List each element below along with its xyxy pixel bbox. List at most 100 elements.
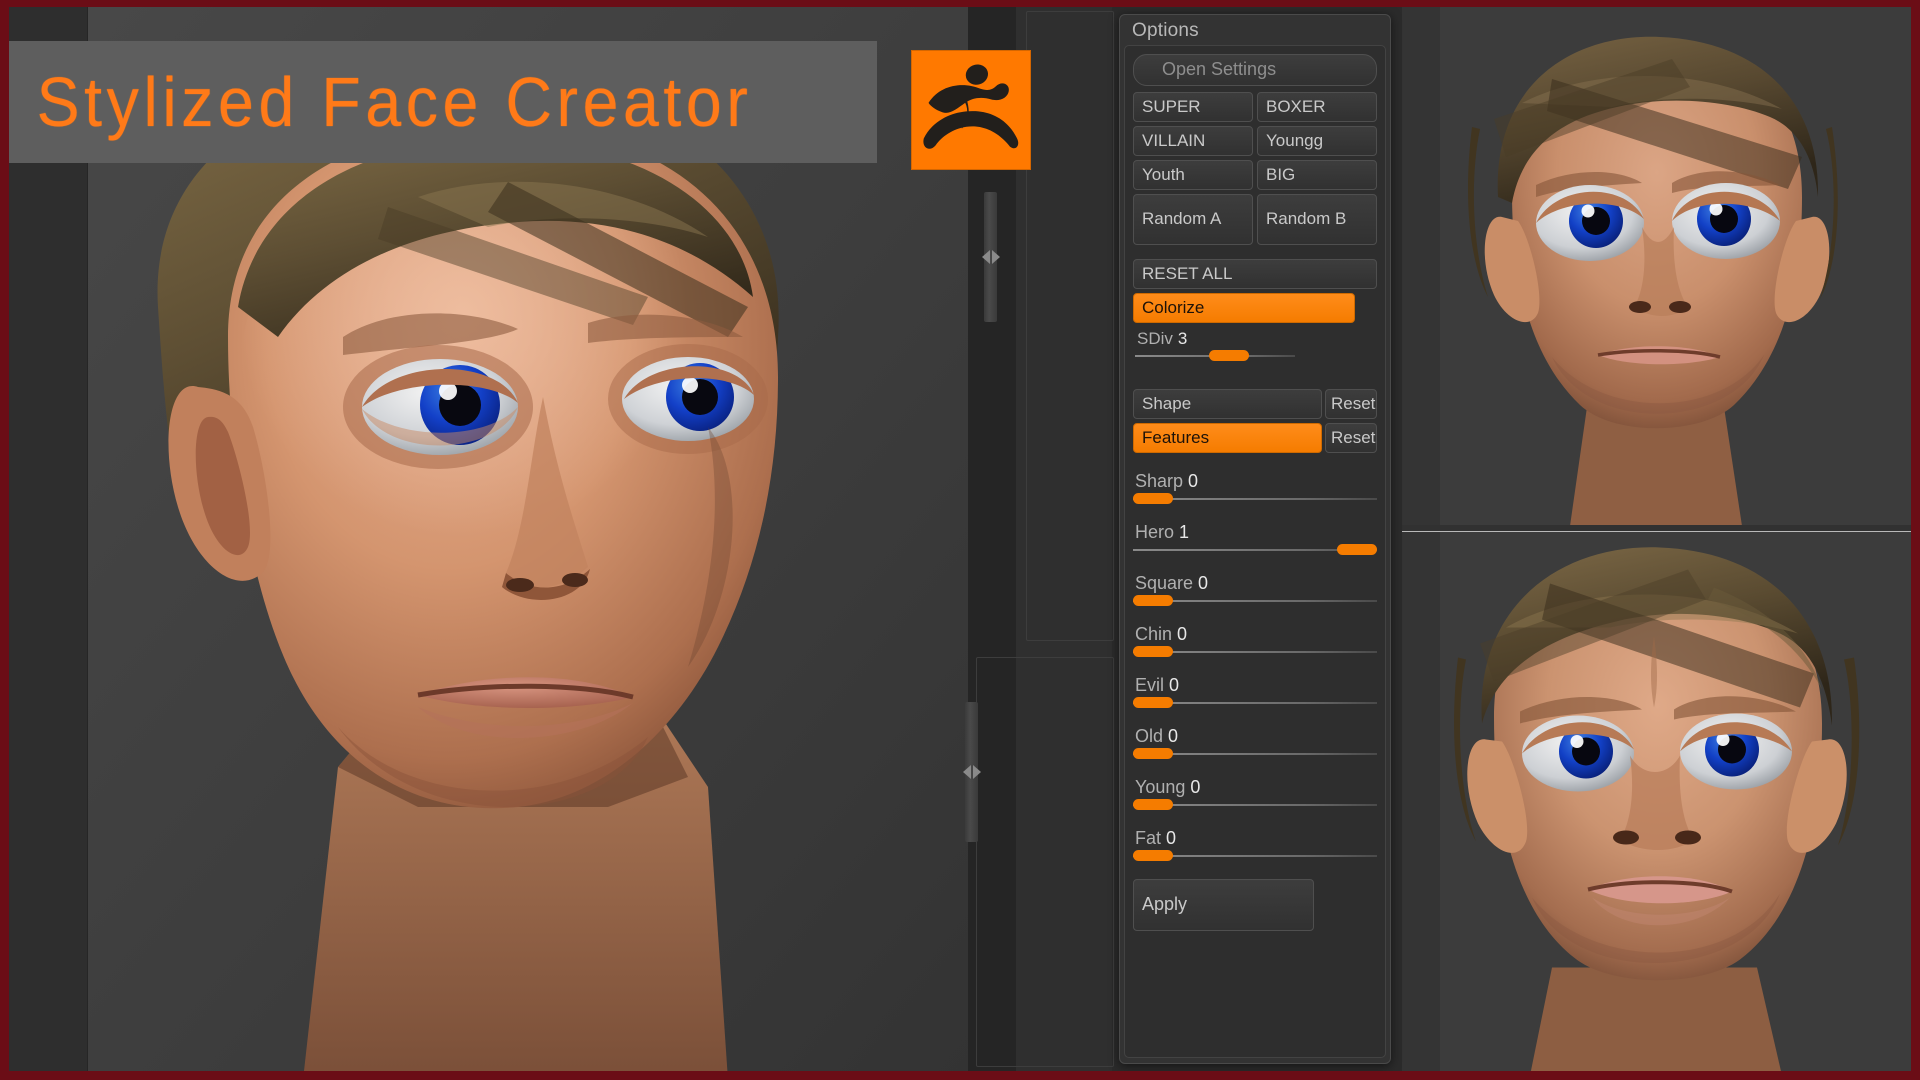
- feature-track-old[interactable]: [1133, 748, 1377, 759]
- feature-value-fat: 0: [1166, 828, 1177, 848]
- viewport-horizontal-divider[interactable]: [1402, 525, 1911, 532]
- mode-button-group: Shape Reset Features Reset: [1133, 389, 1377, 453]
- feature-label-hero: Hero 1: [1135, 522, 1377, 543]
- panel-region-lower: [976, 657, 1114, 1067]
- feature-name-hero: Hero: [1135, 522, 1175, 542]
- feature-slider-young[interactable]: Young 0: [1133, 777, 1377, 810]
- feature-slider-sharp[interactable]: Sharp 0: [1133, 471, 1377, 504]
- feature-name-square: Square: [1135, 573, 1194, 593]
- feature-slider-list: Sharp 0 Hero 1 Square 0 Chin 0 Evil 0 Ol…: [1133, 471, 1377, 861]
- reset-all-button[interactable]: RESET ALL: [1133, 259, 1377, 289]
- preset-button-villain[interactable]: VILLAIN: [1133, 126, 1253, 156]
- feature-knob-evil[interactable]: [1133, 697, 1173, 708]
- random-b-button[interactable]: Random B: [1257, 194, 1377, 245]
- feature-knob-sharp[interactable]: [1133, 493, 1173, 504]
- feature-value-hero: 1: [1179, 522, 1190, 542]
- feature-knob-square[interactable]: [1133, 595, 1173, 606]
- shape-reset-button[interactable]: Reset: [1325, 389, 1377, 419]
- viewport-front-top[interactable]: [1402, 7, 1911, 526]
- feature-label-chin: Chin 0: [1135, 624, 1377, 645]
- feature-knob-fat[interactable]: [1133, 850, 1173, 861]
- feature-label-young: Young 0: [1135, 777, 1377, 798]
- head-render-front-top: [1402, 7, 1911, 526]
- application-window: Stylized Face Creator Options Open Setti…: [0, 0, 1920, 1080]
- feature-track-evil[interactable]: [1133, 697, 1377, 708]
- feature-slider-fat[interactable]: Fat 0: [1133, 828, 1377, 861]
- vertical-splitter-upper[interactable]: [981, 192, 1000, 322]
- feature-label-sharp: Sharp 0: [1135, 471, 1377, 492]
- feature-slider-square[interactable]: Square 0: [1133, 573, 1377, 606]
- feature-label-evil: Evil 0: [1135, 675, 1377, 696]
- feature-name-fat: Fat: [1135, 828, 1162, 848]
- options-palette-body: Open Settings SUPER BOXER VILLAIN Youngg…: [1124, 45, 1386, 1058]
- feature-name-young: Young: [1135, 777, 1186, 797]
- feature-slider-hero[interactable]: Hero 1: [1133, 522, 1377, 555]
- features-mode-button[interactable]: Features: [1133, 423, 1322, 453]
- preset-button-youth[interactable]: Youth: [1133, 160, 1253, 190]
- options-palette: Options Open Settings SUPER BOXER VILLAI…: [1119, 14, 1391, 1064]
- feature-value-chin: 0: [1177, 624, 1188, 644]
- sdiv-slider-label: SDiv 3: [1137, 329, 1377, 349]
- splitter-column-right: [976, 7, 1114, 1071]
- feature-value-old: 0: [1168, 726, 1179, 746]
- head-render-front-bottom: [1402, 532, 1911, 1071]
- options-palette-title: Options: [1132, 20, 1199, 41]
- feature-track-fat[interactable]: [1133, 850, 1377, 861]
- random-button-grid: Random A Random B: [1133, 194, 1377, 245]
- preset-button-grid: SUPER BOXER VILLAIN Youngg Youth BIG: [1133, 92, 1377, 190]
- feature-knob-old[interactable]: [1133, 748, 1173, 759]
- panel-region-upper: [1026, 11, 1114, 641]
- feature-track-sharp[interactable]: [1133, 493, 1377, 504]
- feature-value-sharp: 0: [1188, 471, 1199, 491]
- preset-button-youngg[interactable]: Youngg: [1257, 126, 1377, 156]
- features-reset-button[interactable]: Reset: [1325, 423, 1377, 453]
- feature-label-square: Square 0: [1135, 573, 1377, 594]
- feature-label-fat: Fat 0: [1135, 828, 1377, 849]
- feature-value-square: 0: [1198, 573, 1209, 593]
- feature-value-young: 0: [1190, 777, 1201, 797]
- preset-button-boxer[interactable]: BOXER: [1257, 92, 1377, 122]
- feature-knob-hero[interactable]: [1337, 544, 1377, 555]
- feature-track-young[interactable]: [1133, 799, 1377, 810]
- viewport-gutter: [1402, 7, 1437, 526]
- feature-slider-old[interactable]: Old 0: [1133, 726, 1377, 759]
- open-settings-button[interactable]: Open Settings: [1133, 54, 1377, 86]
- feature-label-old: Old 0: [1135, 726, 1377, 747]
- sdiv-slider-knob[interactable]: [1209, 350, 1250, 361]
- shape-mode-row: Shape Reset: [1133, 389, 1377, 419]
- zbrush-runner-icon: [923, 64, 1019, 149]
- random-a-button[interactable]: Random A: [1133, 194, 1253, 245]
- feature-slider-chin[interactable]: Chin 0: [1133, 624, 1377, 657]
- feature-name-old: Old: [1135, 726, 1164, 746]
- left-tool-gutter: [9, 7, 88, 1071]
- canvas-3d-main[interactable]: [88, 7, 968, 1071]
- title-banner: Stylized Face Creator: [9, 41, 877, 163]
- feature-name-chin: Chin: [1135, 624, 1173, 644]
- sdiv-slider[interactable]: SDiv 3: [1133, 329, 1377, 361]
- viewport-gutter: [1402, 532, 1437, 1071]
- feature-slider-evil[interactable]: Evil 0: [1133, 675, 1377, 708]
- preset-button-big[interactable]: BIG: [1257, 160, 1377, 190]
- feature-track-chin[interactable]: [1133, 646, 1377, 657]
- feature-name-sharp: Sharp: [1135, 471, 1184, 491]
- features-mode-row: Features Reset: [1133, 423, 1377, 453]
- head-render-main: [88, 7, 968, 1071]
- viewport-main-perspective[interactable]: [88, 7, 968, 1071]
- sdiv-label-text: SDiv: [1137, 329, 1173, 348]
- feature-knob-young[interactable]: [1133, 799, 1173, 810]
- feature-value-evil: 0: [1169, 675, 1180, 695]
- apply-button[interactable]: Apply: [1133, 879, 1314, 931]
- viewport-front-bottom[interactable]: [1402, 532, 1911, 1071]
- feature-name-evil: Evil: [1135, 675, 1165, 695]
- feature-knob-chin[interactable]: [1133, 646, 1173, 657]
- feature-track-square[interactable]: [1133, 595, 1377, 606]
- zbrush-workspace: Stylized Face Creator Options Open Setti…: [9, 7, 1911, 1071]
- feature-track-hero[interactable]: [1133, 544, 1377, 555]
- page-title: Stylized Face Creator: [36, 63, 753, 141]
- sdiv-slider-track[interactable]: [1135, 350, 1295, 361]
- shape-mode-button[interactable]: Shape: [1133, 389, 1322, 419]
- zbrush-logo: [912, 51, 1030, 169]
- preset-button-super[interactable]: SUPER: [1133, 92, 1253, 122]
- colorize-toggle[interactable]: Colorize: [1133, 293, 1356, 323]
- vertical-splitter-lower[interactable]: [962, 702, 981, 842]
